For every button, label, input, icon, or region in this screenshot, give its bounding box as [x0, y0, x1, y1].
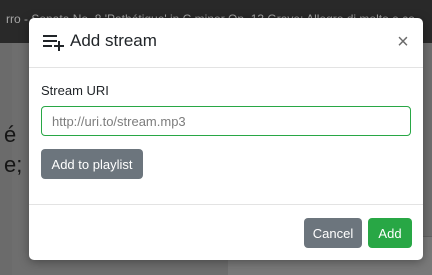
playlist-add-icon — [43, 35, 64, 51]
page: rro - Sonata No. 8 'Pathétique' in C min… — [0, 0, 432, 275]
close-button[interactable]: × — [393, 30, 413, 54]
dialog-title: Add stream — [70, 31, 157, 50]
cancel-button[interactable]: Cancel — [304, 218, 362, 248]
add-button[interactable]: Add — [368, 218, 412, 248]
stream-uri-input[interactable] — [41, 106, 411, 136]
add-to-playlist-button[interactable]: Add to playlist — [41, 149, 143, 179]
stream-uri-label: Stream URI — [41, 83, 109, 98]
dialog-body: Stream URI Add to playlist — [29, 68, 423, 204]
add-stream-dialog: Add stream × Stream URI Add to playlist … — [29, 18, 423, 260]
dialog-header: Add stream × — [29, 18, 423, 68]
dialog-footer: Cancel Add — [29, 204, 423, 260]
